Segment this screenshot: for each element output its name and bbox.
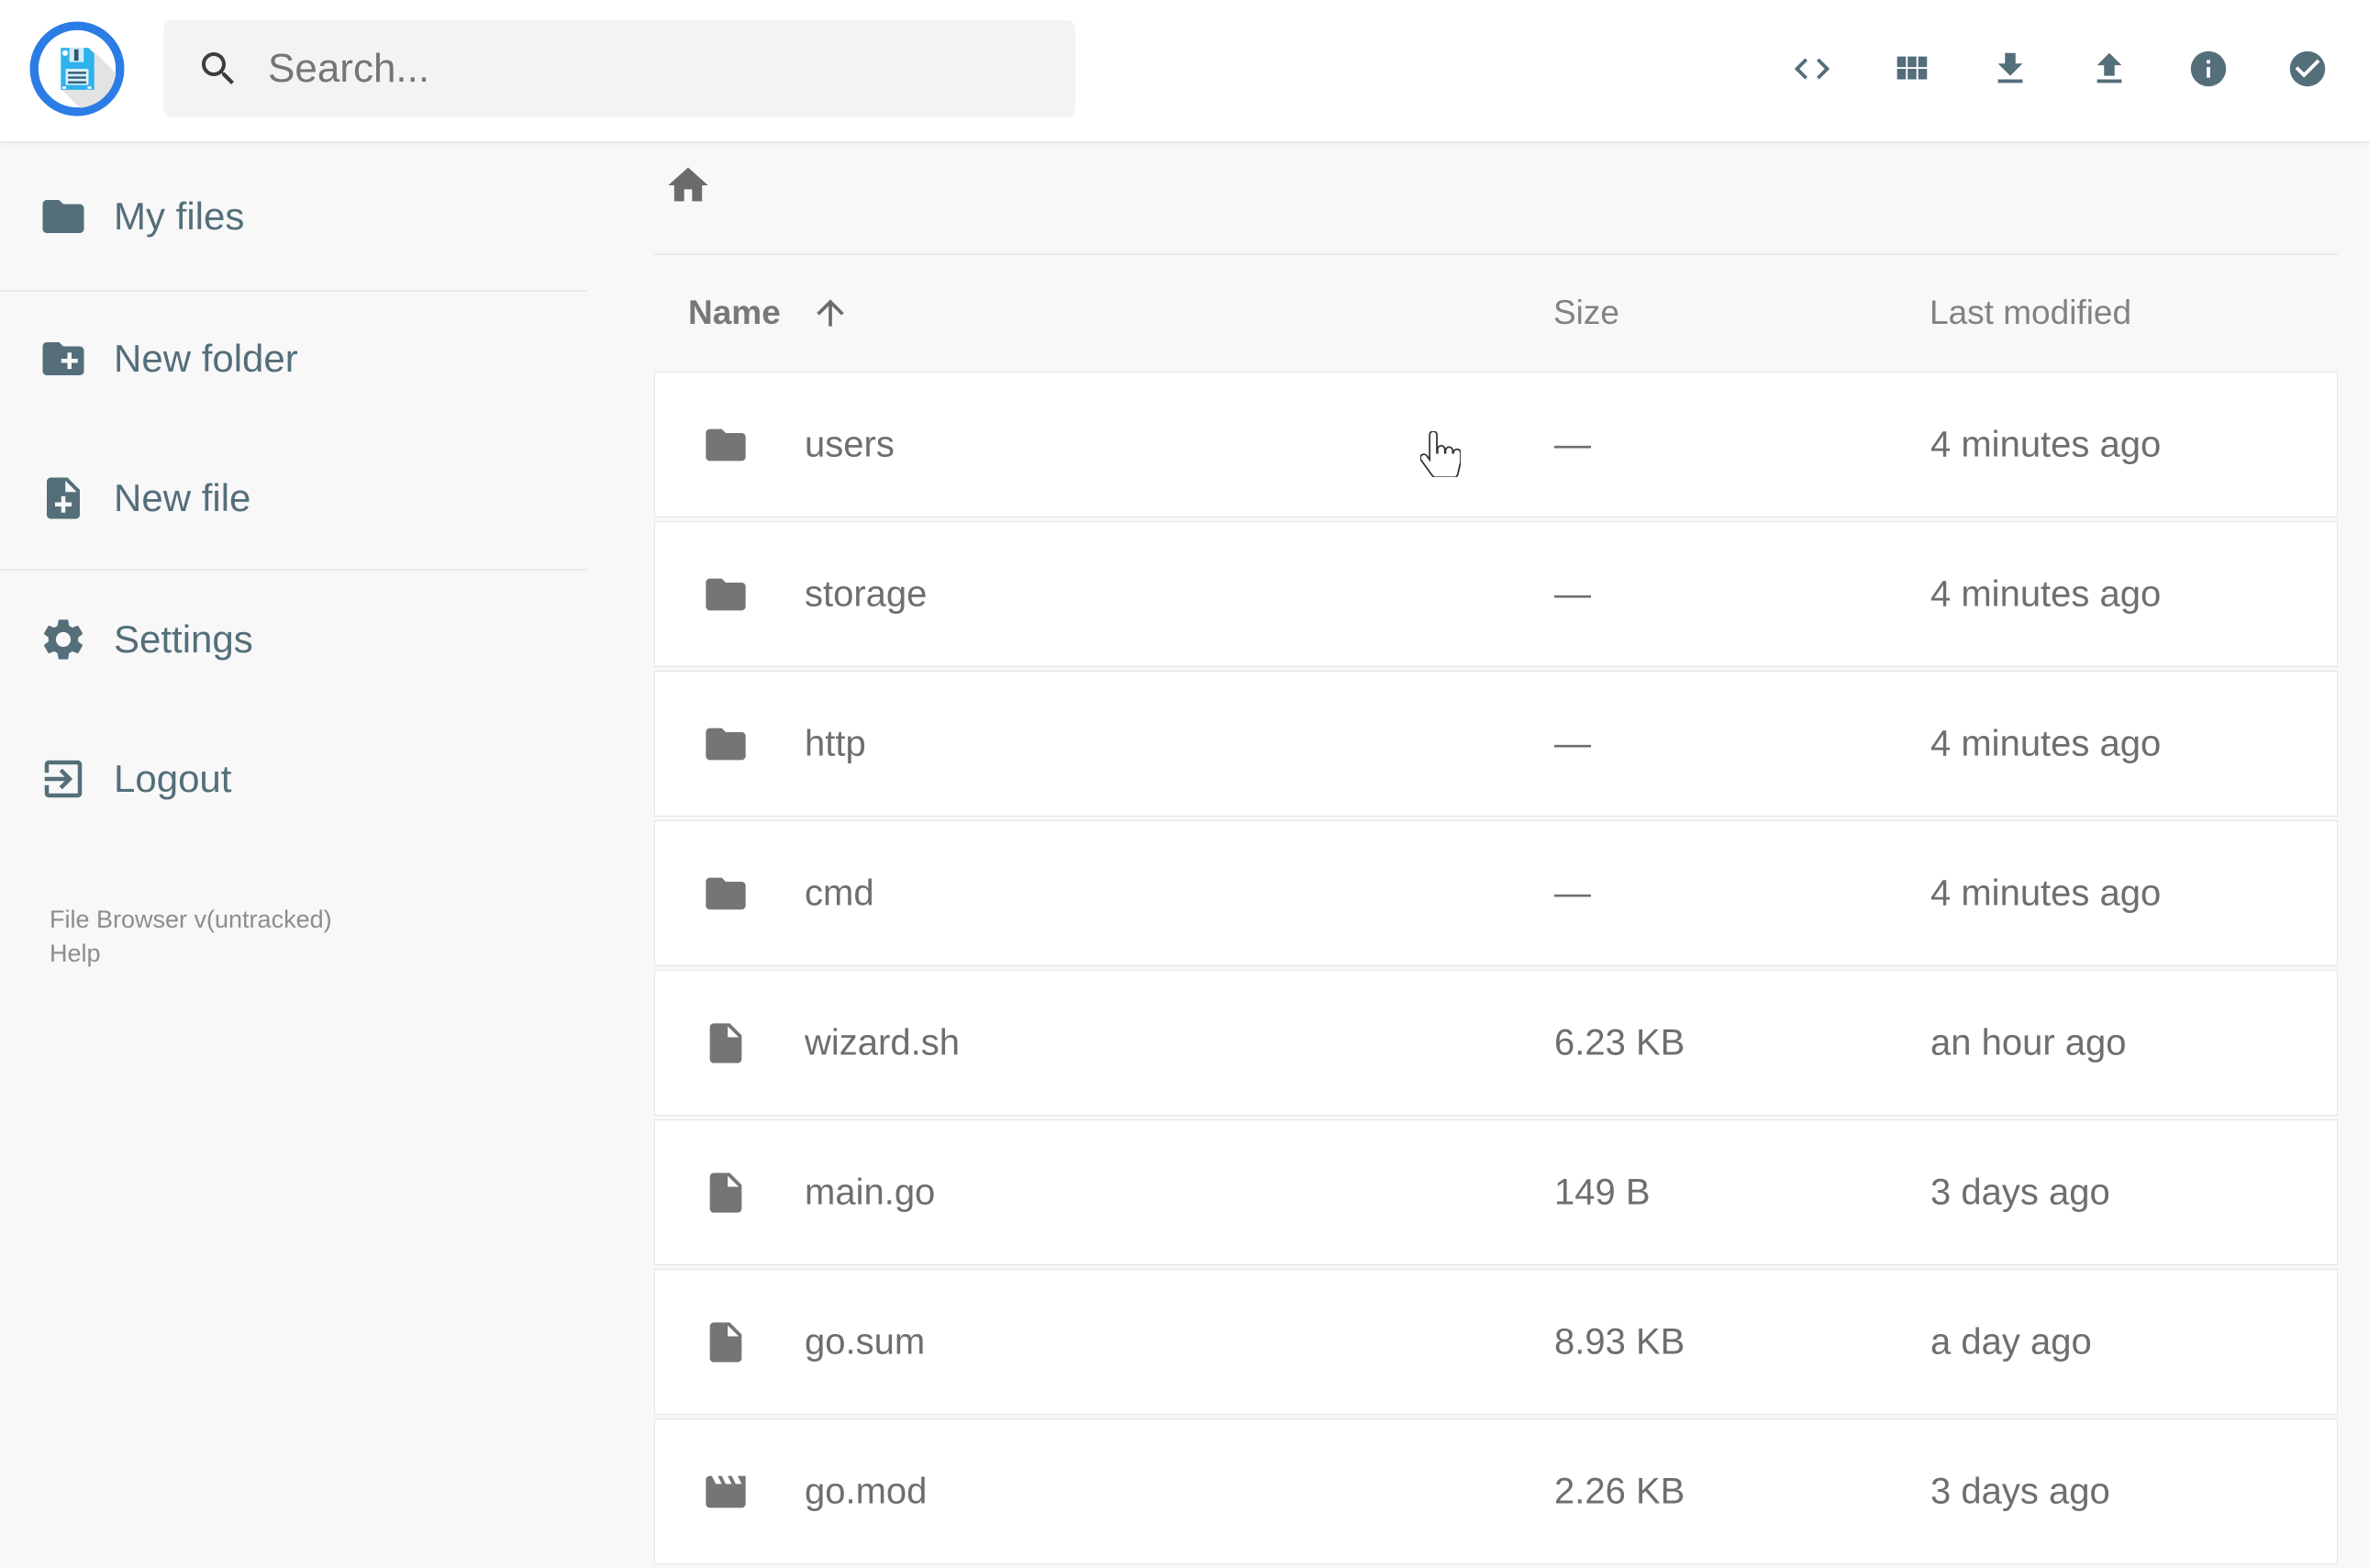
download-button[interactable] xyxy=(1989,48,2031,90)
file-modified: 4 minutes ago xyxy=(1930,573,2162,614)
file-size: — xyxy=(1554,573,1591,614)
table-row-go-sum[interactable]: go.sum 8.93 KB a day ago xyxy=(654,1269,2338,1415)
file-size: 2.26 KB xyxy=(1554,1471,1685,1511)
column-header-name[interactable]: Name xyxy=(688,293,851,333)
filebrowser-app: { "header": { "logo_title": "File Browse… xyxy=(0,0,2369,1564)
column-header-modified[interactable]: Last modified xyxy=(1930,294,2131,332)
column-header-size[interactable]: Size xyxy=(1553,294,1619,332)
help-link[interactable]: Help xyxy=(50,937,101,971)
file-modified: 4 minutes ago xyxy=(1930,424,2162,464)
sidebar-item-label: Logout xyxy=(114,757,232,800)
file-name: go.sum xyxy=(805,1321,926,1362)
sidebar-item-logout[interactable]: Logout xyxy=(0,733,587,825)
file-name: main.go xyxy=(805,1172,936,1212)
table-row-http[interactable]: http — 4 minutes ago xyxy=(654,671,2338,817)
table-row-go-mod[interactable]: go.mod 2.26 KB 3 days ago xyxy=(654,1418,2338,1564)
file-name: wizard.sh xyxy=(805,1022,960,1062)
sidebar: My files New folder New file Settings Lo… xyxy=(0,143,587,1523)
select-multiple-button[interactable] xyxy=(2286,48,2329,90)
file-size: — xyxy=(1554,873,1591,913)
sidebar-divider xyxy=(0,569,587,571)
file-size: — xyxy=(1554,424,1591,464)
folder-icon xyxy=(706,728,746,760)
file-name: go.mod xyxy=(805,1471,928,1511)
table-row-users[interactable]: users — 4 minutes ago xyxy=(654,372,2338,517)
shell-button[interactable] xyxy=(1791,48,1833,90)
app-version-text: File Browser v(untracked) xyxy=(50,906,332,933)
floppy-disk-logo-icon xyxy=(29,21,125,117)
sidebar-item-settings[interactable]: Settings xyxy=(0,594,587,685)
grid-view-icon xyxy=(1896,56,1928,80)
file-name: cmd xyxy=(805,873,874,913)
search-input[interactable] xyxy=(268,46,1075,92)
info-icon xyxy=(2190,50,2227,87)
file-name: users xyxy=(805,424,895,464)
sidebar-item-new-file[interactable]: New file xyxy=(0,452,587,544)
upload-icon xyxy=(2097,52,2122,83)
file-size: 8.93 KB xyxy=(1554,1321,1685,1362)
check-circle-icon xyxy=(2289,50,2326,87)
sidebar-item-new-folder[interactable]: New folder xyxy=(0,313,587,405)
home-icon xyxy=(668,167,708,202)
sidebar-item-label: New folder xyxy=(114,337,298,380)
file-icon xyxy=(709,1022,742,1063)
breadcrumb-home-button[interactable] xyxy=(664,161,712,209)
file-icon xyxy=(709,1172,742,1213)
search-bar xyxy=(163,20,1075,117)
code-icon xyxy=(1794,58,1830,80)
sidebar-divider xyxy=(0,290,587,292)
upload-button[interactable] xyxy=(2088,48,2130,90)
info-button[interactable] xyxy=(2187,48,2230,90)
table-row-wizard-sh[interactable]: wizard.sh 6.23 KB an hour ago xyxy=(654,970,2338,1116)
file-size: — xyxy=(1554,723,1591,763)
download-icon xyxy=(1997,52,2023,83)
top-bar xyxy=(0,0,2369,143)
file-name: storage xyxy=(805,573,928,614)
folder-icon xyxy=(42,200,84,233)
file-modified: 4 minutes ago xyxy=(1930,723,2162,763)
sidebar-item-label: My files xyxy=(114,195,245,238)
listing-column-headers: Name Size Last modified xyxy=(654,255,2338,371)
listing-rows: users — 4 minutes ago storage — 4 minute… xyxy=(654,372,2338,1568)
sidebar-item-label: New file xyxy=(114,476,251,519)
table-row-cmd[interactable]: cmd — 4 minutes ago xyxy=(654,820,2338,966)
folder-icon xyxy=(706,578,746,610)
header-actions xyxy=(1791,48,2329,90)
file-name: http xyxy=(805,723,866,763)
sidebar-footer: File Browser v(untracked) Help xyxy=(50,903,332,971)
sidebar-item-label: Settings xyxy=(114,617,253,661)
file-modified: 3 days ago xyxy=(1930,1471,2110,1511)
file-modified: an hour ago xyxy=(1930,1022,2127,1062)
sidebar-item-my-files[interactable]: My files xyxy=(0,171,587,262)
table-row-main-go[interactable]: main.go 149 B 3 days ago xyxy=(654,1119,2338,1265)
file-modified: 3 days ago xyxy=(1930,1172,2110,1212)
logout-icon xyxy=(44,760,83,798)
folder-icon xyxy=(706,877,746,909)
folder-icon xyxy=(706,428,746,461)
search-icon xyxy=(202,52,234,84)
switch-view-button[interactable] xyxy=(1890,48,1932,90)
new-file-icon xyxy=(47,477,80,519)
file-size: 6.23 KB xyxy=(1554,1022,1685,1062)
settings-gear-icon xyxy=(43,619,83,660)
file-modified: 4 minutes ago xyxy=(1930,873,2162,913)
sort-ascending-icon xyxy=(817,299,844,327)
table-row-storage[interactable]: storage — 4 minutes ago xyxy=(654,521,2338,667)
movie-file-icon xyxy=(706,1475,746,1507)
file-size: 149 B xyxy=(1554,1172,1651,1212)
app-logo[interactable] xyxy=(29,21,125,117)
file-modified: a day ago xyxy=(1930,1321,2092,1362)
new-folder-icon xyxy=(42,342,84,375)
file-icon xyxy=(709,1321,742,1362)
